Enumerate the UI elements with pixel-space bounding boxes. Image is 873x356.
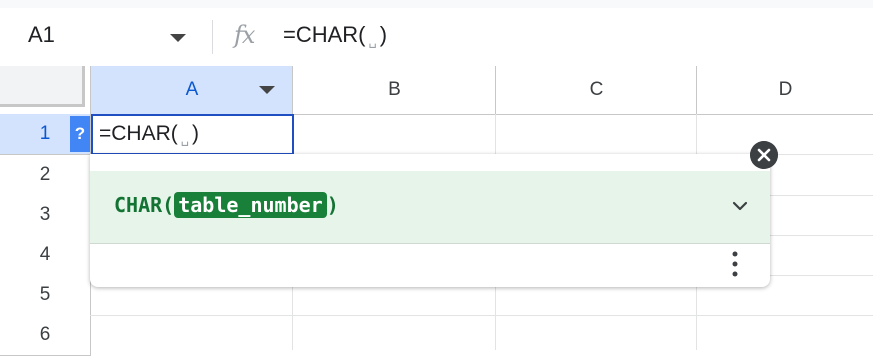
row-header-4[interactable]: 4	[0, 235, 91, 276]
more-vert-icon[interactable]	[726, 248, 744, 280]
formula-input[interactable]: =CHAR(␣)	[283, 22, 387, 49]
space-marker: ␣	[180, 131, 190, 146]
function-close-paren: )	[326, 193, 339, 217]
fx-icon: fx	[234, 21, 255, 49]
formula-help-toggle[interactable]: ?	[70, 116, 90, 152]
grid-line	[90, 315, 873, 316]
function-argument: table_number	[174, 192, 327, 218]
row-header-5[interactable]: 5	[0, 275, 91, 316]
cell-formula-suffix: )	[192, 122, 200, 145]
column-header-c[interactable]: C	[495, 66, 697, 114]
chevron-down-icon[interactable]	[731, 197, 749, 215]
formula-bar-divider	[212, 20, 213, 54]
column-menu-icon[interactable]	[259, 86, 275, 94]
row-header-2[interactable]: 2	[0, 155, 91, 196]
formula-suffix: )	[379, 22, 388, 47]
close-icon[interactable]	[750, 141, 778, 169]
select-all-corner[interactable]	[0, 66, 85, 107]
top-strip	[0, 0, 873, 8]
column-header-d[interactable]: D	[696, 66, 873, 114]
space-marker: ␣	[368, 33, 377, 48]
name-box[interactable]: A1	[28, 22, 55, 48]
cell-formula-prefix: =CHAR(	[99, 122, 178, 145]
column-header-row: A B C D	[0, 66, 873, 115]
function-name: CHAR(	[114, 193, 175, 217]
cell-editor-text[interactable]: =CHAR(␣)	[99, 122, 199, 147]
function-signature-header[interactable]: CHAR(table_number)	[90, 171, 770, 244]
formula-help-popup: CHAR(table_number)	[90, 154, 770, 287]
column-label-a: A	[185, 79, 199, 100]
row-header-3[interactable]: 3	[0, 195, 91, 236]
column-header-b[interactable]: B	[292, 66, 496, 114]
function-signature: CHAR(table_number)	[114, 192, 339, 218]
formula-prefix: =CHAR(	[283, 22, 366, 47]
column-header-a[interactable]: A	[90, 66, 293, 114]
active-cell-a1[interactable]: =CHAR(␣)	[91, 114, 294, 155]
formula-bar: A1 fx =CHAR(␣)	[0, 8, 873, 67]
name-box-dropdown-icon[interactable]	[170, 34, 186, 42]
